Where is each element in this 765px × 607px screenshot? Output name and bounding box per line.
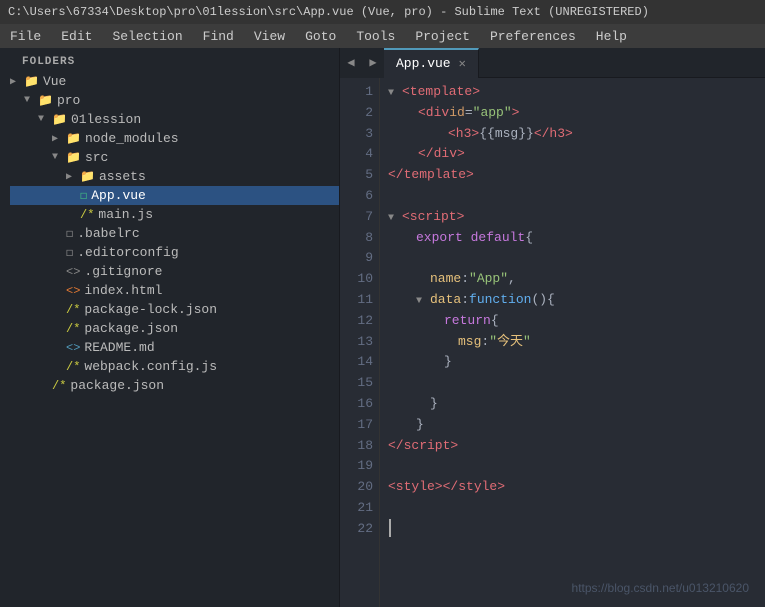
- title-bar: C:\Users\67334\Desktop\pro\01lession\src…: [0, 0, 765, 24]
- code-line-10: name:"App",: [388, 269, 757, 290]
- main-layout: FOLDERS ▶ 📁 Vue ▼ 📁 pro ▼ 📁: [0, 48, 765, 607]
- code-line-16: }: [388, 394, 757, 415]
- tree-item-readme[interactable]: ▶ <> README.md: [10, 338, 339, 357]
- code-line-14: }: [388, 352, 757, 373]
- menu-view[interactable]: View: [244, 24, 295, 48]
- tree-item-editorconfig[interactable]: ▶ ◻ .editorconfig: [10, 243, 339, 262]
- left-gutter: [0, 48, 10, 607]
- code-line-9: [388, 248, 757, 269]
- code-line-11: ▼ data:function(){: [388, 290, 757, 311]
- tree-item-package-lock-json[interactable]: ▶ /* package-lock.json: [10, 300, 339, 319]
- tree-item-vue[interactable]: ▶ 📁 Vue: [10, 72, 339, 91]
- menu-edit[interactable]: Edit: [51, 24, 102, 48]
- tab-app-vue[interactable]: App.vue ✕: [384, 48, 479, 78]
- code-line-17: }: [388, 415, 757, 436]
- tree-item-node-modules[interactable]: ▶ 📁 node_modules: [10, 129, 339, 148]
- watermark: https://blog.csdn.net/u013210620: [572, 581, 749, 595]
- tree-item-webpack-config[interactable]: ▶ /* webpack.config.js: [10, 357, 339, 376]
- code-line-4: </div>: [388, 144, 757, 165]
- tab-label: App.vue: [396, 56, 451, 71]
- code-line-12: return {: [388, 311, 757, 332]
- line-numbers: 1 2 3 4 5 6 7 8 9 10 11 12 13 14 15 16 1…: [340, 78, 380, 607]
- tree-item-main-js[interactable]: ▶ /* main.js: [10, 205, 339, 224]
- code-line-7: ▼ <script>: [388, 207, 757, 228]
- code-line-19: [388, 456, 757, 477]
- editor-area: ◀ ▶ App.vue ✕ 1 2 3 4 5 6 7 8 9 10 11: [340, 48, 765, 607]
- tab-prev-btn[interactable]: ◀: [340, 48, 362, 78]
- tree-item-src[interactable]: ▼ 📁 src: [10, 148, 339, 167]
- code-line-8: ▼ export default{: [388, 228, 757, 249]
- sidebar: FOLDERS ▶ 📁 Vue ▼ 📁 pro ▼ 📁: [0, 48, 340, 607]
- tree-item-package-json[interactable]: ▶ /* package.json: [10, 319, 339, 338]
- tree-item-index-html[interactable]: ▶ <> index.html: [10, 281, 339, 300]
- code-line-5: </template>: [388, 165, 757, 186]
- tab-close-btn[interactable]: ✕: [459, 56, 466, 71]
- code-line-3: <h3>{{msg}}</h3>: [388, 124, 757, 145]
- folders-header: FOLDERS: [0, 48, 339, 72]
- code-line-6: [388, 186, 757, 207]
- tree-item-assets[interactable]: ▶ 📁 assets: [10, 167, 339, 186]
- menu-file[interactable]: File: [0, 24, 51, 48]
- menu-project[interactable]: Project: [405, 24, 480, 48]
- code-line-13: msg:"今天": [388, 332, 757, 353]
- menu-bar: File Edit Selection Find View Goto Tools…: [0, 24, 765, 48]
- tree-item-01lession[interactable]: ▼ 📁 01lession: [10, 110, 339, 129]
- code-line-20: <style></style>: [388, 477, 757, 498]
- tree-item-babelrc[interactable]: ▶ ◻ .babelrc: [10, 224, 339, 243]
- menu-preferences[interactable]: Preferences: [480, 24, 586, 48]
- menu-find[interactable]: Find: [193, 24, 244, 48]
- tree-item-pro[interactable]: ▼ 📁 pro: [10, 91, 339, 110]
- editor-content: 1 2 3 4 5 6 7 8 9 10 11 12 13 14 15 16 1…: [340, 78, 765, 607]
- code-line-22: [388, 519, 757, 539]
- code-line-21: [388, 498, 757, 519]
- code-line-18: </script>: [388, 436, 757, 457]
- menu-selection[interactable]: Selection: [102, 24, 192, 48]
- menu-tools[interactable]: Tools: [346, 24, 405, 48]
- code-line-2: <div id="app">: [388, 103, 757, 124]
- menu-goto[interactable]: Goto: [295, 24, 346, 48]
- tree-item-app-vue[interactable]: ▶ ◻ App.vue: [10, 186, 339, 205]
- tab-bar: ◀ ▶ App.vue ✕: [340, 48, 765, 78]
- title-text: C:\Users\67334\Desktop\pro\01lession\src…: [8, 5, 649, 19]
- tree-item-gitignore[interactable]: ▶ <> .gitignore: [10, 262, 339, 281]
- code-line-15: [388, 373, 757, 394]
- tree-item-pro-package-json[interactable]: ▶ /* package.json: [10, 376, 339, 395]
- code-area[interactable]: ▼ <template> <div id="app"> <h3>{{msg}}<…: [380, 78, 765, 607]
- tab-next-btn[interactable]: ▶: [362, 48, 384, 78]
- code-line-1: ▼ <template>: [388, 82, 757, 103]
- menu-help[interactable]: Help: [586, 24, 637, 48]
